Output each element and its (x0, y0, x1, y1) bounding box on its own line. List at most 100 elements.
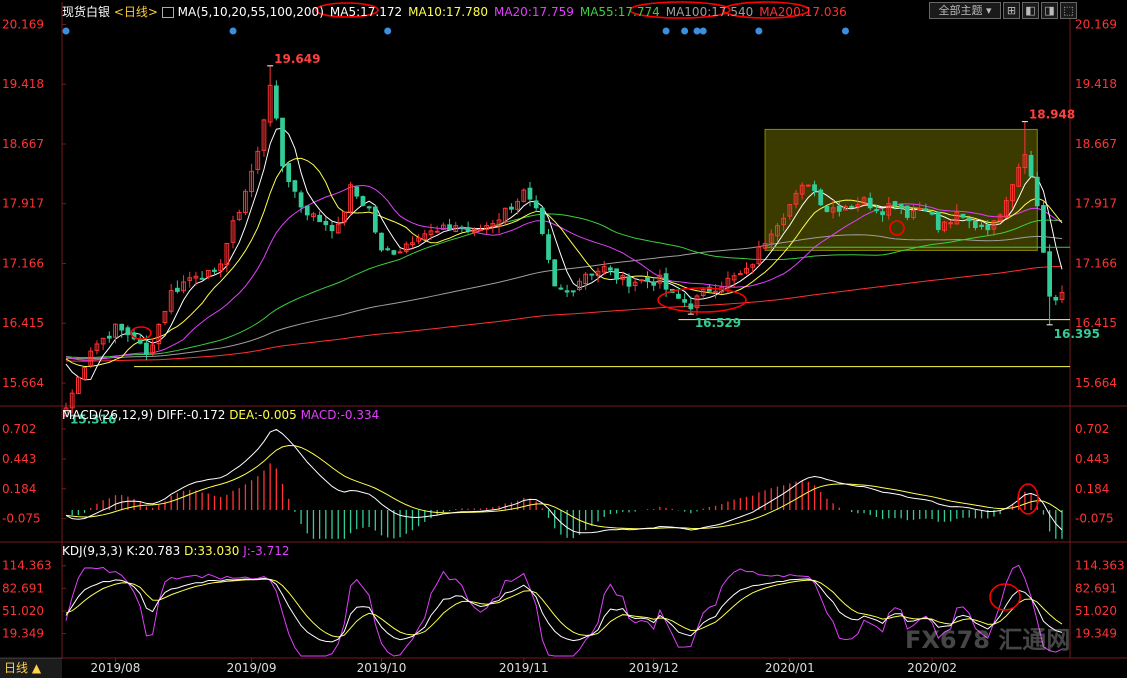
macd-tick-label-left-0: 0.702 (2, 422, 36, 436)
kdj-tick-label-left-0: 114.363 (2, 559, 52, 573)
candle-body (737, 273, 743, 276)
macd-tick-label-left-2: 0.184 (2, 482, 36, 496)
kdj-tick-label-right-3: 19.349 (1075, 627, 1117, 641)
kdj-label: KDJ(9,3,3) (62, 544, 123, 558)
candle-body (465, 227, 471, 232)
candle-body (973, 220, 978, 229)
theme-dropdown[interactable]: 全部主题 ▾ (929, 2, 1001, 19)
theme-dropdown-label: 全部主题 (938, 4, 983, 17)
candle-body (199, 277, 205, 280)
ma-value-3: MA55:17.774 (579, 5, 660, 19)
candle-body (119, 323, 125, 331)
window-button-1[interactable]: ◧ (1022, 2, 1039, 19)
candle-body (874, 209, 879, 212)
event-dot-4 (681, 27, 689, 35)
kdj-header: KDJ(9,3,3) K:20.783 D:33.030 J:-3.712 (62, 544, 289, 558)
window-button-0[interactable]: ⊞ (1003, 2, 1020, 19)
price-label-2: 16.529 (695, 316, 741, 330)
candle-body (323, 220, 329, 226)
ma-values: MA5:17.172 MA10:17.780 MA20:17.759 MA55:17.… (324, 5, 847, 19)
candle-body (836, 205, 842, 212)
candle-body (539, 207, 545, 234)
price-tick-label-left-3: 17.917 (2, 197, 44, 211)
window-button-2[interactable]: ◨ (1041, 2, 1058, 19)
candle-body (372, 206, 378, 233)
ma-settings-icon[interactable] (161, 7, 174, 18)
macd-value: MACD:-0.334 (300, 408, 380, 422)
candle-body (354, 186, 360, 197)
event-dot-7 (755, 27, 763, 35)
x-tick-label-6: 2020/02 (907, 661, 957, 675)
candle-body (552, 259, 558, 287)
event-dot-6 (699, 27, 707, 35)
candle-body (1028, 154, 1034, 177)
candle-body (379, 232, 384, 251)
watermark-logo: FX678 汇通网 (905, 626, 1071, 654)
candle-body (533, 200, 539, 209)
candle-body (676, 293, 681, 299)
x-tick-label-4: 2019/12 (629, 661, 679, 675)
candle-body (892, 201, 898, 207)
price-tick-label-left-0: 20.169 (2, 17, 44, 31)
candle-body (608, 267, 613, 271)
candle-body (948, 222, 954, 225)
macd-dea-line (65, 444, 1063, 530)
price-tick-label-left-5: 16.415 (2, 316, 44, 330)
macd-tick-label-right-2: 0.184 (1075, 482, 1109, 496)
annotation-ellipse-6 (1017, 483, 1039, 515)
kdj-tick-label-left-3: 19.349 (2, 627, 44, 641)
period-link[interactable]: <日线> (114, 5, 158, 19)
candle-body (880, 211, 885, 216)
instrument-name: 现货白银 (62, 5, 111, 19)
kdj-tick-label-left-2: 51.020 (2, 604, 44, 618)
window-button-3[interactable]: ⬚ (1060, 2, 1077, 19)
event-dot-0 (62, 27, 70, 35)
candle-body (546, 234, 551, 260)
price-tick-label-right-3: 17.917 (1075, 197, 1117, 211)
candle-body (106, 335, 112, 339)
candle-body (286, 163, 292, 182)
macd-tick-label-left-1: 0.443 (2, 452, 36, 466)
candle-body (509, 206, 514, 210)
event-dot-1 (229, 27, 237, 35)
candle-body (824, 206, 830, 212)
kdj-tick-label-right-1: 82.691 (1075, 581, 1117, 595)
candle-body (626, 276, 632, 287)
kdj-k: K:20.783 (126, 544, 181, 558)
ma-value-4: MA100:17.540 (665, 5, 754, 19)
candle-body (651, 281, 657, 286)
macd-tick-label-right-0: 0.702 (1075, 422, 1109, 436)
candle-body (329, 224, 335, 232)
ma-label: MA(5,10,20,55,100,200) (177, 5, 324, 19)
ma-value-1: MA10:17.780 (408, 5, 488, 19)
candle-body (459, 226, 465, 229)
chart-canvas: 20.169 20.169 19.418 19.418 18.667 18.667 17.9… (0, 1, 1127, 675)
candle-body (904, 205, 910, 218)
period-tab[interactable]: 日线 ▲ (0, 658, 62, 678)
price-label-0: 19.649 (274, 52, 320, 66)
candle-body (979, 224, 984, 227)
candle-body (447, 224, 452, 231)
candle-body (558, 287, 564, 290)
price-tick-label-left-2: 18.667 (2, 137, 44, 151)
candle-body (849, 206, 855, 209)
candle-body (304, 205, 310, 216)
macd-diff-line (65, 428, 1063, 534)
x-tick-label-5: 2020/01 (765, 661, 815, 675)
kdj-d: D:33.030 (184, 544, 240, 558)
macd-label: MACD(26,12,9) (62, 408, 154, 422)
candle-body (570, 290, 576, 293)
candle-body (125, 327, 131, 336)
candle-body (1047, 251, 1052, 297)
candle-body (985, 224, 991, 231)
candle-body (298, 192, 304, 208)
price-tick-label-left-4: 17.166 (2, 256, 44, 270)
candle-body (614, 268, 619, 280)
price-tick-label-left-1: 19.418 (2, 77, 44, 91)
candle-body (898, 203, 904, 209)
event-dot-8 (841, 27, 849, 35)
macd-header: MACD(26,12,9) DIFF:-0.172 DEA:-0.005 MAC… (62, 408, 379, 422)
candle-body (682, 299, 688, 303)
x-tick-label-3: 2019/11 (499, 661, 549, 675)
event-dot-2 (384, 27, 392, 35)
